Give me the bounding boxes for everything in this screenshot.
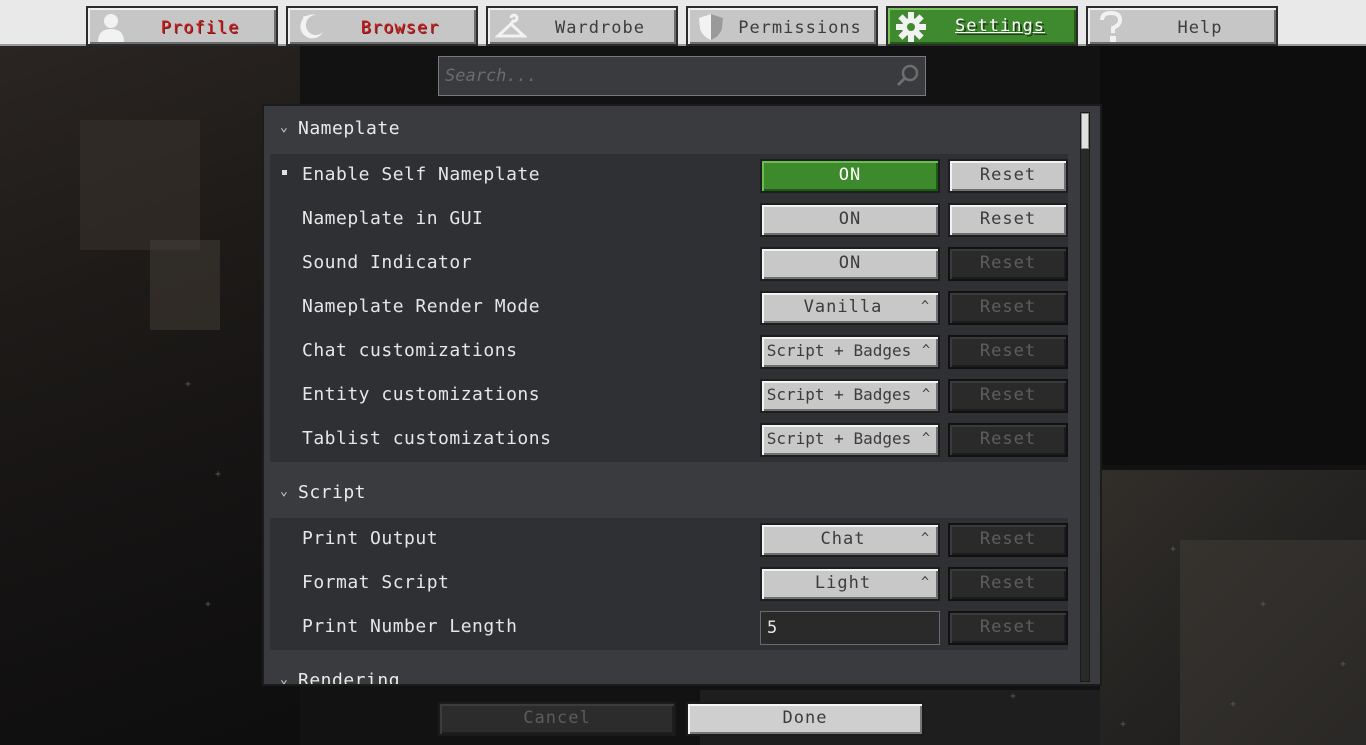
setting-label: Format Script (302, 572, 450, 593)
tab-help[interactable]: Help (1086, 6, 1278, 46)
user-icon (94, 10, 128, 44)
chevron-down-icon: ⌄ (280, 484, 288, 499)
search-input[interactable] (445, 63, 885, 89)
toggle-button[interactable]: ON (760, 159, 940, 193)
dropdown-value: Vanilla (803, 297, 883, 317)
chevron-down-icon: ⌄ (280, 120, 288, 135)
tab-wardrobe[interactable]: Wardrobe (486, 6, 678, 46)
reset-button[interactable]: Reset (948, 523, 1068, 557)
setting-label: Print Number Length (302, 616, 518, 637)
done-button[interactable]: Done (686, 702, 924, 736)
tab-label: Wardrobe (555, 18, 645, 38)
dropdown-button[interactable]: Light ^ (760, 567, 940, 601)
dropdown-button[interactable]: Chat ^ (760, 523, 940, 557)
reset-button[interactable]: Reset (948, 379, 1068, 413)
chevron-down-icon: ⌄ (280, 672, 288, 686)
setting-row: Format Script Light ^ Reset (270, 562, 1068, 606)
setting-row: Sound Indicator ON Reset (270, 242, 1068, 286)
gear-icon (894, 10, 928, 44)
scrollbar-thumb[interactable] (1081, 113, 1089, 149)
reset-button[interactable]: Reset (948, 423, 1068, 457)
dropdown-button[interactable]: Vanilla ^ (760, 291, 940, 325)
setting-row: Print Number Length 5 Reset (270, 606, 1068, 650)
setting-label: Nameplate in GUI (302, 208, 484, 229)
reset-button[interactable]: Reset (948, 247, 1068, 281)
tab-label: Browser (360, 18, 440, 38)
setting-label: Enable Self Nameplate (302, 164, 541, 185)
category-title: Rendering (298, 670, 401, 686)
top-navigation-bar: Profile Browser Wardrobe Permissions Set… (0, 0, 1366, 46)
category-header-nameplate[interactable]: ⌄ Nameplate (272, 110, 1062, 150)
setting-row: Tablist customizations Script + Badges ^ … (270, 418, 1068, 462)
category-title: Script (298, 482, 367, 503)
category-group-script: Print Output Chat ^ Reset Format Script L… (270, 518, 1068, 650)
tab-label: Profile (160, 18, 240, 38)
tab-settings[interactable]: Settings (886, 6, 1078, 46)
category-group-nameplate: Enable Self Nameplate ON Reset Nameplate… (270, 154, 1068, 462)
shield-icon (694, 10, 728, 44)
caret-up-icon: ^ (921, 299, 930, 314)
dropdown-value: Script + Badges (766, 341, 912, 360)
setting-row: Nameplate in GUI ON Reset (270, 198, 1068, 242)
setting-label: Sound Indicator (302, 252, 473, 273)
cancel-button[interactable]: Cancel (438, 702, 676, 736)
reset-button[interactable]: Reset (948, 291, 1068, 325)
dropdown-button[interactable]: Script + Badges ^ (760, 379, 940, 413)
dropdown-value: Light (814, 573, 872, 593)
search-icon[interactable] (895, 63, 921, 89)
toggle-button[interactable]: ON (760, 247, 940, 281)
number-input[interactable]: 5 (760, 611, 940, 645)
category-header-rendering[interactable]: ⌄ Rendering (272, 662, 1062, 686)
reset-button[interactable]: Reset (948, 335, 1068, 369)
category-header-script[interactable]: ⌄ Script (272, 474, 1062, 514)
hanger-icon (494, 10, 528, 44)
setting-label: Nameplate Render Mode (302, 296, 541, 317)
dropdown-value: Script + Badges (766, 385, 912, 404)
setting-row: Entity customizations Script + Badges ^ R… (270, 374, 1068, 418)
reset-button[interactable]: Reset (948, 159, 1068, 193)
scrollbar-track[interactable] (1080, 112, 1090, 682)
tab-profile[interactable]: Profile (86, 6, 278, 46)
tab-label: Help (1177, 18, 1223, 38)
setting-row: Nameplate Render Mode Vanilla ^ Reset (270, 286, 1068, 330)
setting-label: Print Output (302, 528, 439, 549)
setting-label: Entity customizations (302, 384, 541, 405)
setting-label: Chat customizations (302, 340, 518, 361)
tab-permissions[interactable]: Permissions (686, 6, 878, 46)
setting-row: Enable Self Nameplate ON Reset (270, 154, 1068, 198)
selected-indicator (282, 170, 287, 175)
reset-button[interactable]: Reset (948, 567, 1068, 601)
moon-icon (294, 10, 328, 44)
setting-row: Chat customizations Script + Badges ^ Res… (270, 330, 1068, 374)
dropdown-value: Chat (820, 529, 866, 549)
dropdown-button[interactable]: Script + Badges ^ (760, 335, 940, 369)
toggle-button[interactable]: ON (760, 203, 940, 237)
caret-up-icon: ^ (921, 575, 930, 590)
caret-up-icon: ^ (921, 531, 930, 546)
setting-label: Tablist customizations (302, 428, 552, 449)
tab-browser[interactable]: Browser (286, 6, 478, 46)
tab-label: Permissions (738, 18, 862, 38)
reset-button[interactable]: Reset (948, 203, 1068, 237)
question-icon (1094, 10, 1128, 44)
reset-button[interactable]: Reset (948, 611, 1068, 645)
setting-row: Print Output Chat ^ Reset (270, 518, 1068, 562)
tab-label: Settings (955, 16, 1045, 36)
category-title: Nameplate (298, 118, 401, 139)
dropdown-value: Script + Badges (766, 429, 912, 448)
settings-panel: ⌄ Nameplate Enable Self Nameplate ON Res… (262, 104, 1102, 686)
search-box (438, 56, 926, 96)
dropdown-button[interactable]: Script + Badges ^ (760, 423, 940, 457)
